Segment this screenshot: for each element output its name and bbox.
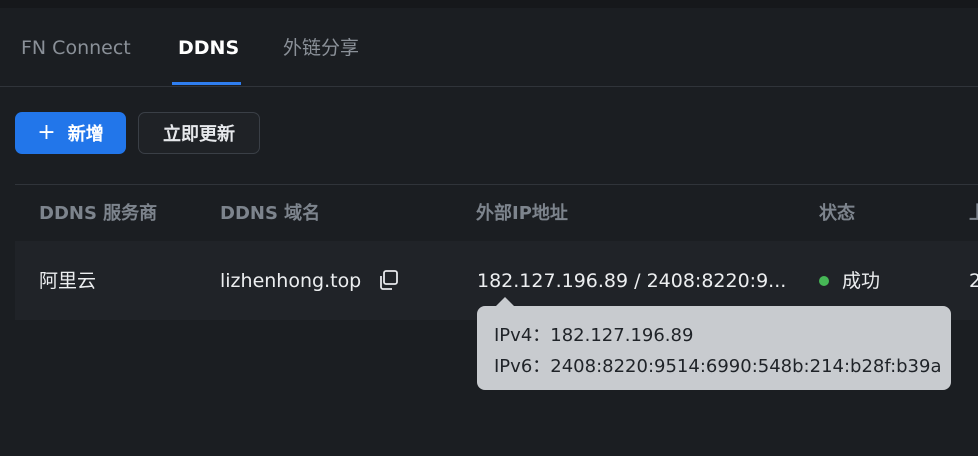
- update-now-label: 立即更新: [163, 124, 235, 145]
- tab-external-share[interactable]: 外链分享: [283, 8, 359, 86]
- ipv6-value: 2408:8220:9514:6990:548b:214:b28f:b39a: [550, 356, 942, 377]
- cell-last: 2: [969, 270, 978, 292]
- tooltip-ipv4-line: IPv4：182.127.196.89: [494, 321, 693, 347]
- tooltip-ipv6-line: IPv6：2408:8220:9514:6990:548b:214:b28f:b…: [494, 352, 942, 378]
- header-last: 上: [969, 185, 978, 241]
- plus-icon: +: [37, 120, 56, 145]
- copy-icon[interactable]: [377, 269, 399, 291]
- status-dot: [819, 276, 829, 286]
- ip-tooltip: IPv4：182.127.196.89 IPv6：2408:8220:9514:…: [477, 297, 951, 390]
- header-external-ip: 外部IP地址: [476, 203, 568, 224]
- tab-bar: FN Connect DDNS 外链分享: [0, 8, 978, 87]
- cell-domain: lizhenhong.top: [220, 270, 362, 292]
- tooltip-arrow: [495, 297, 515, 307]
- header-domain: DDNS 域名: [220, 203, 321, 224]
- tab-ddns[interactable]: DDNS: [178, 8, 239, 86]
- active-tab-indicator: [172, 82, 241, 85]
- top-bar: [0, 0, 978, 8]
- cell-provider: 阿里云: [39, 270, 97, 292]
- table-header: DDNS 服务商 DDNS 域名 外部IP地址 状态 上: [15, 184, 978, 242]
- ipv6-label: IPv6：: [494, 356, 551, 377]
- ipv4-value: 182.127.196.89: [550, 325, 694, 346]
- header-provider: DDNS 服务商: [39, 203, 158, 224]
- ipv4-label: IPv4：: [494, 325, 551, 346]
- tab-fn-connect[interactable]: FN Connect: [21, 8, 131, 86]
- add-button[interactable]: + 新增: [15, 112, 126, 154]
- update-now-button[interactable]: 立即更新: [138, 112, 260, 154]
- add-button-label: 新增: [67, 124, 104, 145]
- header-status: 状态: [819, 203, 855, 224]
